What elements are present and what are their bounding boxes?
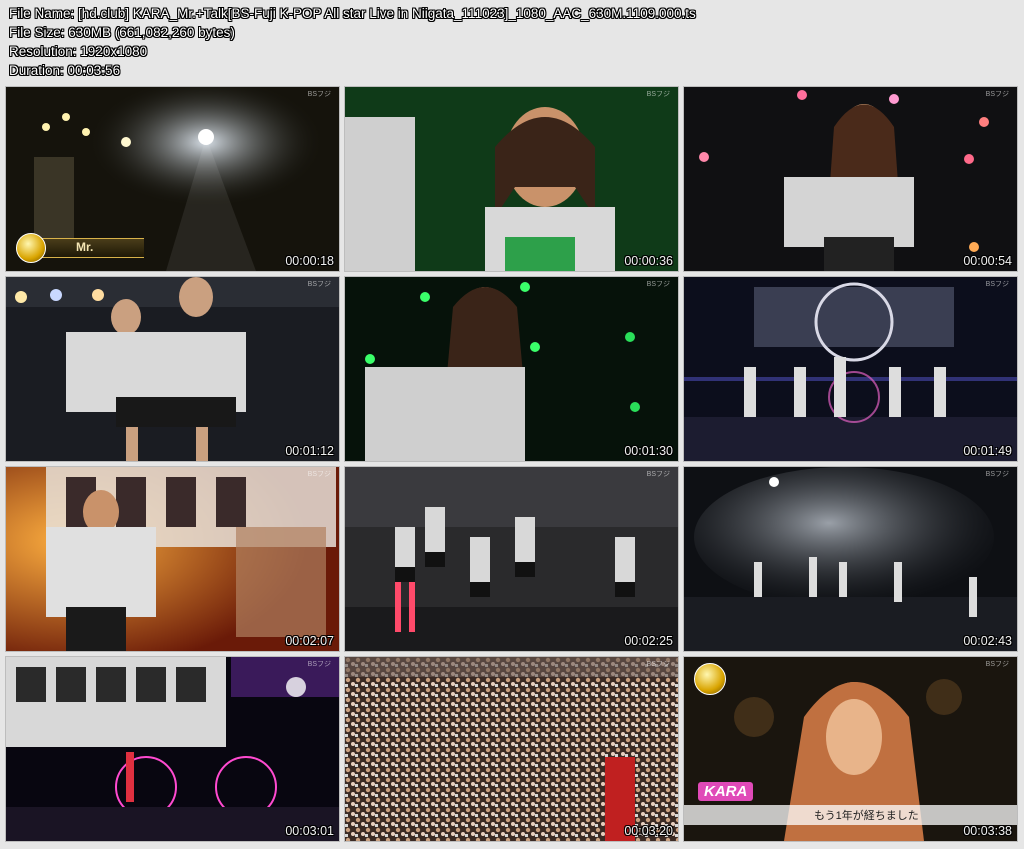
thumbnail-timestamp: 00:03:01 [285,824,334,838]
channel-logo: BSフジ [646,281,670,288]
channel-logo: BSフジ [307,281,331,288]
thumbnail-grid: BSフジ Mr. 00:00:18 BSフジ 00:00:36 BSフジ 00:… [5,86,1018,842]
film-screen-stage-image [6,657,339,841]
channel-logo: BSフジ [985,661,1009,668]
channel-logo: BSフジ [985,281,1009,288]
thumbnail-frame[interactable]: BSフジ 00:00:36 [344,86,679,272]
thumbnail-timestamp: 00:00:54 [963,254,1012,268]
thumbnail-timestamp: 00:03:38 [963,824,1012,838]
subtitle-bar: もう1年が経ちました [684,805,1017,825]
thumbnail-frame[interactable]: BSフジ 00:00:54 [683,86,1018,272]
thumbnail-timestamp: 00:02:07 [285,634,334,648]
thumbnail-timestamp: 00:00:36 [624,254,673,268]
channel-logo: BSフジ [646,471,670,478]
thumbnail-frame[interactable]: BSフジ 00:02:07 [5,466,340,652]
channel-logo: BSフジ [646,661,670,668]
channel-logo: BSフジ [646,91,670,98]
channel-logo: BSフジ [307,471,331,478]
performer-lights-image [684,87,1017,271]
channel-logo: BSフジ [307,91,331,98]
group-name-label: KARA [698,782,754,801]
thumbnail-timestamp: 00:01:30 [624,444,673,458]
show-logo-icon [694,663,726,695]
channel-logo: BSフジ [985,471,1009,478]
stage-screen-image [684,277,1017,461]
crowd-image [345,657,678,841]
file-info-header: File Name: [hd.club] KARA_Mr.+Talk[BS-Fu… [9,4,696,80]
thumbnail-frame[interactable]: BSフジ 00:01:49 [683,276,1018,462]
thumbnail-timestamp: 00:03:20 [624,824,673,838]
dancers-grey-stage-image [345,467,678,651]
thumbnail-timestamp: 00:00:18 [285,254,334,268]
badge-title: Mr. [76,240,94,254]
thumbnail-timestamp: 00:01:12 [285,444,334,458]
thumbnail-frame[interactable]: BSフジ Mr. 00:00:18 [5,86,340,272]
thumbnail-timestamp: 00:01:49 [963,444,1012,458]
thumbnail-frame[interactable]: BSフジ 00:03:20 [344,656,679,842]
show-badge: Mr. [16,233,144,263]
thumbnail-frame[interactable]: BSフジ 00:01:30 [344,276,679,462]
thumbnail-frame[interactable]: BSフジ 00:02:25 [344,466,679,652]
subtitle-text: もう1年が経ちました [814,810,919,822]
file-size: File Size: 630MB (661,082,260 bytes) [9,25,235,40]
orange-stage-image [6,467,339,651]
duration: Duration: 00:03:56 [9,63,121,78]
smoky-stage-image [684,467,1017,651]
singer-closeup-image [345,87,678,271]
thumbnail-timestamp: 00:02:25 [624,634,673,648]
channel-logo: BSフジ [985,91,1009,98]
thumbnail-frame[interactable]: BSフジ 00:02:43 [683,466,1018,652]
thumbnail-frame[interactable]: BSフジ KARA もう1年が経ちました 00:03:38 [683,656,1018,842]
badge-logo-icon [16,233,46,263]
thumbnail-frame[interactable]: BSフジ 00:01:12 [5,276,340,462]
thumbnail-timestamp: 00:02:43 [963,634,1012,648]
singer-green-lights-image [345,277,678,461]
resolution: Resolution: 1920x1080 [9,44,148,59]
thumbnail-frame[interactable]: BSフジ 00:03:01 [5,656,340,842]
group-performance-image [6,277,339,461]
channel-logo: BSフジ [307,661,331,668]
file-name: File Name: [hd.club] KARA_Mr.+Talk[BS-Fu… [9,6,696,21]
